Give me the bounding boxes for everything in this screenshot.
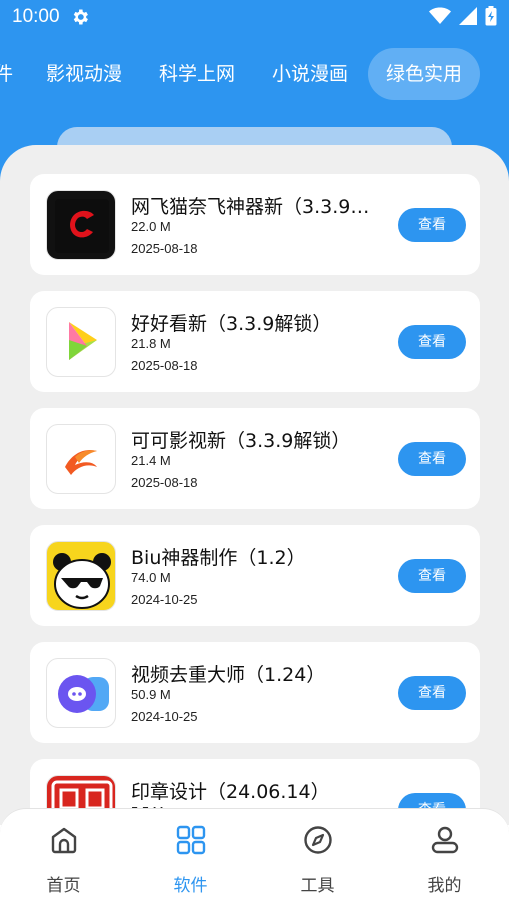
list-item[interactable]: 视频去重大师（1.24） 50.9 M 2024-10-25 查看: [30, 642, 480, 743]
tab-vpn[interactable]: 科学上网: [159, 48, 235, 100]
nav-label: 工具: [300, 876, 335, 896]
list-item[interactable]: 好好看新（3.3.9解锁） 21.8 M 2025-08-18 查看: [30, 291, 480, 392]
view-button[interactable]: 查看: [398, 325, 466, 359]
app-name: 好好看新（3.3.9解锁）: [131, 313, 332, 335]
list-item[interactable]: 网飞猫奈飞神器新（3.3.9… 22.0 M 2025-08-18 查看: [30, 174, 480, 275]
settings-gear-icon: [73, 9, 88, 25]
view-button[interactable]: 查看: [398, 559, 466, 593]
category-tabs: 件 影视动漫 科学上网 小说漫画 绿色实用: [0, 48, 509, 100]
nav-label: 软件: [173, 876, 208, 896]
nav-item-home[interactable]: 首页: [0, 809, 127, 905]
app-name: 视频去重大师（1.24）: [131, 664, 326, 686]
app-date: 2025-08-18: [131, 241, 198, 256]
orange-swoosh-icon: [46, 424, 116, 494]
tab-software-partial[interactable]: 件: [0, 48, 13, 100]
tab-novel-comic[interactable]: 小说漫画: [272, 48, 348, 100]
play-triangle-icon: [46, 307, 116, 377]
app-name: 可可影视新（3.3.9解锁）: [131, 430, 351, 452]
user-icon: [431, 826, 459, 854]
netflix-cat-c-icon: [46, 190, 116, 260]
app-name: Biu神器制作（1.2）: [131, 547, 306, 569]
tab-green-utility[interactable]: 绿色实用: [368, 48, 481, 100]
app-size: 74.0 M: [131, 570, 171, 585]
nav-label: 首页: [46, 876, 81, 896]
grid-apps-icon: [176, 825, 206, 855]
nav-item-tools[interactable]: 工具: [254, 809, 381, 905]
view-button[interactable]: 查看: [398, 208, 466, 242]
app-name: 网飞猫奈飞神器新（3.3.9…: [131, 196, 370, 218]
app-date: 2025-08-18: [131, 358, 198, 373]
app-size: 21.4 M: [131, 453, 171, 468]
nav-item-mine[interactable]: 我的: [381, 809, 508, 905]
battery-charging-icon: [485, 6, 497, 26]
compass-icon: [304, 826, 332, 854]
panda-sunglasses-icon: [46, 541, 116, 611]
view-button[interactable]: 查看: [398, 442, 466, 476]
app-size: 22.0 M: [131, 219, 171, 234]
cellular-signal-icon: [459, 7, 477, 25]
app-date: 2024-10-25: [131, 592, 198, 607]
nav-label: 我的: [427, 876, 462, 896]
bottom-navigation: 首页 软件 工具 我的: [0, 808, 509, 905]
status-icons: [429, 6, 497, 26]
tab-film-anime[interactable]: 影视动漫: [46, 48, 122, 100]
app-date: 2024-10-25: [131, 709, 198, 724]
app-size: 50.9 M: [131, 687, 171, 702]
list-item[interactable]: Biu神器制作（1.2） 74.0 M 2024-10-25 查看: [30, 525, 480, 626]
wifi-icon: [429, 7, 451, 24]
list-item[interactable]: 可可影视新（3.3.9解锁） 21.4 M 2025-08-18 查看: [30, 408, 480, 509]
app-size: 21.8 M: [131, 336, 171, 351]
status-bar: 10:00: [0, 0, 509, 34]
app-list: 网飞猫奈飞神器新（3.3.9… 22.0 M 2025-08-18 查看 好好看…: [0, 145, 509, 825]
home-icon: [51, 827, 77, 854]
app-name: 印章设计（24.06.14）: [131, 781, 330, 803]
view-button[interactable]: 查看: [398, 676, 466, 710]
status-time: 10:00: [12, 6, 60, 27]
app-date: 2025-08-18: [131, 475, 198, 490]
nav-item-software[interactable]: 软件: [127, 809, 254, 905]
video-dedup-icon: [46, 658, 116, 728]
